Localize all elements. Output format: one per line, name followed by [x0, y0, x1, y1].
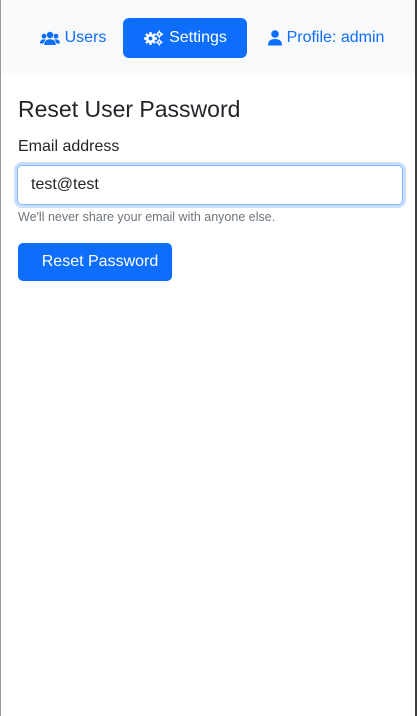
user-icon	[267, 30, 282, 46]
nav-users-label: Users	[64, 29, 107, 46]
cogs-icon	[143, 30, 164, 46]
email-help-text: We'll never share your email with anyone…	[18, 210, 276, 224]
nav-profile-link[interactable]: Profile: admin	[256, 18, 396, 58]
nav-settings-label: Settings	[169, 29, 227, 46]
window-left-edge	[0, 0, 1, 716]
users-icon	[39, 31, 60, 46]
reset-password-button[interactable]: Reset Password	[18, 243, 172, 281]
nav-profile-label: Profile: admin	[286, 29, 385, 46]
page-title: Reset User Password	[18, 96, 241, 122]
nav-users-link[interactable]: Users	[29, 18, 117, 58]
nav-settings-link[interactable]: Settings	[123, 18, 247, 58]
email-label: Email address	[18, 138, 120, 155]
email-input[interactable]	[17, 165, 403, 205]
top-navbar: Users Settings Profile: admin	[1, 0, 415, 73]
